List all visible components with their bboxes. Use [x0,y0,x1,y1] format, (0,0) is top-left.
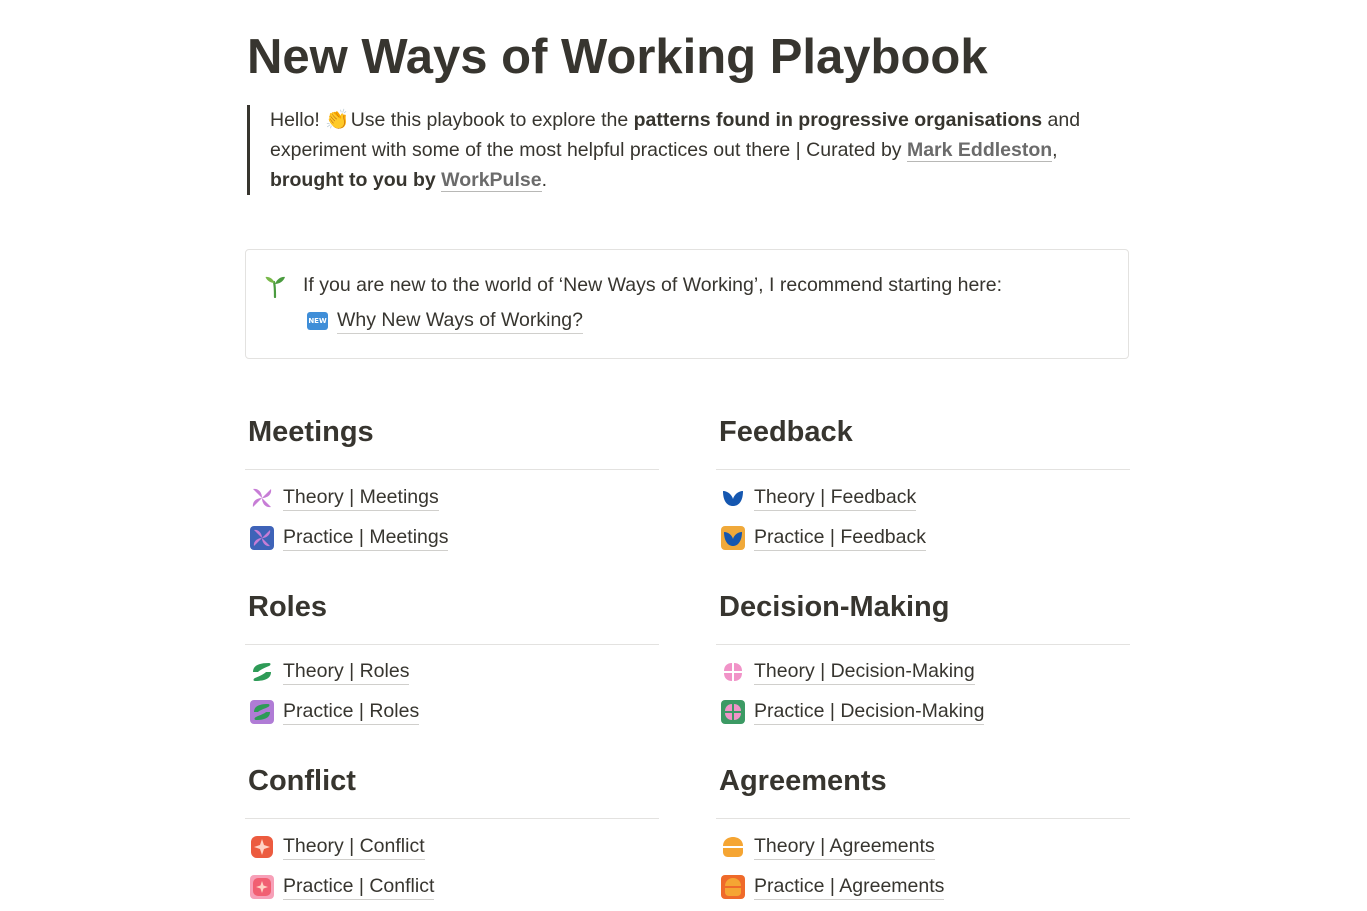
new-badge-icon: NEW [307,311,328,330]
section-heading: Agreements [719,765,887,797]
butterfly-icon [723,490,743,506]
section-decision-making: Decision-Making Theory | Decision-Making… [716,589,1131,725]
pinwheel-icon [252,488,272,507]
pinwheel-tile-icon [250,525,274,550]
intro-text: Hello! [270,109,326,131]
link-label: Practice | Agreements [754,873,945,900]
section-divider [245,818,659,819]
link-theory-meetings[interactable]: Theory | Meetings [250,484,439,511]
link-theory-feedback[interactable]: Theory | Feedback [721,484,917,511]
link-practice-roles[interactable]: Practice | Roles [250,698,420,725]
petals-tile-icon [721,699,745,724]
section-conflict: Conflict Theory | Conflict Practice | Co… [245,763,660,900]
intro-text: Use this playbook to explore the [345,109,634,131]
why-new-ways-link-label: Why New Ways of Working? [337,307,583,334]
section-divider [716,469,1130,470]
link-practice-feedback[interactable]: Practice | Feedback [721,524,926,551]
link-practice-conflict[interactable]: Practice | Conflict [250,873,435,900]
link-practice-meetings[interactable]: Practice | Meetings [250,524,449,551]
intro-quote: Hello! 👏 Use this playbook to explore th… [247,105,1140,195]
link-theory-roles[interactable]: Theory | Roles [250,658,410,685]
clapping-hands-icon: 👏 [325,109,350,131]
link-label: Theory | Conflict [283,833,425,860]
dome-icon [723,836,743,857]
link-label: Practice | Roles [283,698,420,725]
link-label: Practice | Feedback [754,524,926,551]
section-heading: Roles [248,591,327,623]
author-link[interactable]: Mark Eddleston [906,139,1053,162]
link-label: Theory | Feedback [754,484,917,511]
section-meetings: Meetings Theory | Meetings Practice | Me… [245,414,660,551]
section-divider [716,818,1130,819]
section-divider [716,644,1130,645]
section-agreements: Agreements Theory | Agreements Practice … [716,763,1131,900]
butterfly-tile-icon [721,525,745,550]
intro-bold-text: brought to you by [270,169,436,191]
link-practice-agreements[interactable]: Practice | Agreements [721,873,945,900]
spark-icon [251,835,273,858]
brand-link[interactable]: WorkPulse [441,169,542,192]
intro-bold-text: patterns found in progressive organisati… [633,109,1043,131]
leaf-tile-icon [250,699,274,724]
section-feedback: Feedback Theory | Feedback Practice | Fe… [716,414,1131,551]
section-divider [245,644,659,645]
section-heading: Feedback [719,416,853,448]
intro-text: , [1052,139,1058,161]
leaf-icon [253,662,271,681]
link-theory-agreements[interactable]: Theory | Agreements [721,833,935,860]
section-heading: Decision-Making [719,591,950,623]
section-heading: Meetings [248,416,374,448]
link-label: Practice | Meetings [283,524,449,551]
link-theory-decision-making[interactable]: Theory | Decision-Making [721,658,975,685]
petals-icon [724,662,742,681]
intro-text: . [541,169,548,191]
section-divider [245,469,659,470]
section-roles: Roles Theory | Roles Practice | Roles [245,589,660,725]
dome-tile-icon [721,874,745,899]
link-practice-decision-making[interactable]: Practice | Decision-Making [721,698,985,725]
seedling-icon [265,276,285,298]
callout-box: If you are new to the world of ‘New Ways… [245,249,1129,359]
link-theory-conflict[interactable]: Theory | Conflict [250,833,425,860]
callout-text: If you are new to the world of ‘New Ways… [303,274,1003,296]
page-title: New Ways of Working Playbook [247,30,988,84]
link-label: Theory | Decision-Making [754,658,975,685]
link-label: Theory | Agreements [754,833,935,860]
link-label: Practice | Decision-Making [754,698,985,725]
section-heading: Conflict [248,765,356,797]
link-label: Theory | Roles [283,658,410,685]
spark-tile-icon [250,874,274,899]
why-new-ways-link[interactable]: NEW Why New Ways of Working? [307,307,583,334]
link-label: Practice | Conflict [283,873,435,900]
link-label: Theory | Meetings [283,484,439,511]
